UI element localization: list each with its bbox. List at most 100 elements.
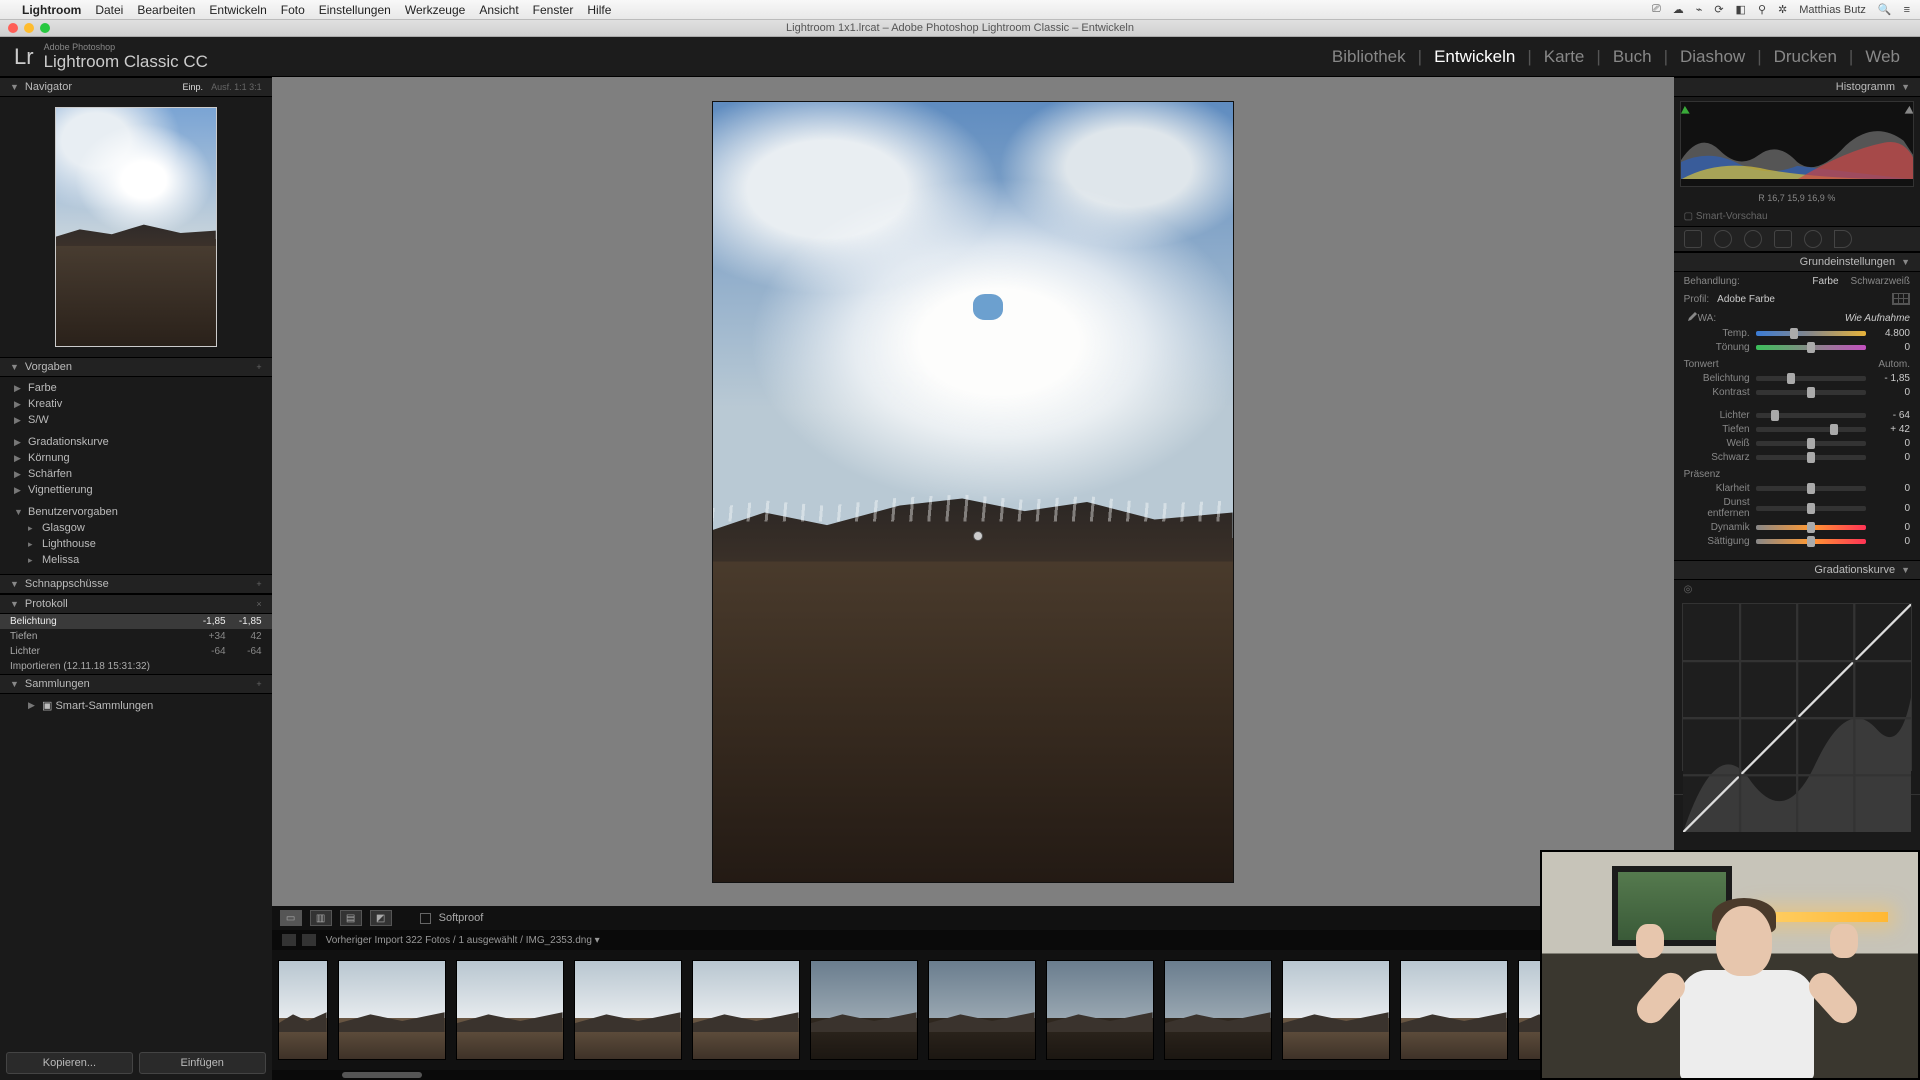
main-photo[interactable] bbox=[713, 102, 1233, 882]
add-icon[interactable]: + bbox=[256, 362, 261, 372]
traffic-lights[interactable] bbox=[8, 23, 50, 33]
snapshots-header[interactable]: ▼ Schnappschüsse + bbox=[0, 574, 272, 594]
radial-tool-icon[interactable] bbox=[1804, 230, 1822, 248]
curve-header[interactable]: Gradationskurve ▼ bbox=[1674, 560, 1920, 580]
preset-user-group[interactable]: ▼Benutzervorgaben bbox=[0, 504, 272, 520]
disclosure-icon[interactable]: ▼ bbox=[10, 579, 19, 589]
module-drucken[interactable]: Drucken bbox=[1768, 47, 1843, 67]
tone-curve[interactable] bbox=[1682, 603, 1912, 771]
preset-group[interactable]: ▶Kreativ bbox=[0, 396, 272, 412]
filmstrip-info[interactable]: Vorheriger Import 322 Fotos / 1 ausgewäh… bbox=[326, 935, 600, 946]
histogram-header[interactable]: Histogramm ▼ bbox=[1674, 77, 1920, 97]
crop-tool-icon[interactable] bbox=[1684, 230, 1702, 248]
before-after-tb-icon[interactable]: ▤ bbox=[340, 910, 362, 926]
second-monitor-icon[interactable] bbox=[302, 934, 316, 946]
menu-fenster[interactable]: Fenster bbox=[533, 3, 574, 17]
filmstrip-scrollbar[interactable] bbox=[272, 1070, 1674, 1080]
before-after-split-icon[interactable]: ◩ bbox=[370, 910, 392, 926]
vibrance-slider[interactable] bbox=[1756, 525, 1866, 530]
shadows-slider[interactable] bbox=[1756, 427, 1866, 432]
add-icon[interactable]: + bbox=[256, 579, 261, 589]
paste-button[interactable]: Einfügen bbox=[139, 1052, 266, 1074]
preset-item[interactable]: ▸Lighthouse bbox=[0, 536, 272, 552]
module-diashow[interactable]: Diashow bbox=[1674, 47, 1751, 67]
navigator-preview[interactable] bbox=[0, 97, 272, 357]
disclosure-icon[interactable]: ▼ bbox=[1901, 257, 1910, 267]
preset-group[interactable]: ▶Schärfen bbox=[0, 466, 272, 482]
history-item[interactable]: Belichtung-1,85-1,85 bbox=[0, 614, 272, 629]
disclosure-icon[interactable]: ▼ bbox=[10, 362, 19, 372]
menu-foto[interactable]: Foto bbox=[281, 3, 305, 17]
menu-einstellungen[interactable]: Einstellungen bbox=[319, 3, 391, 17]
tray-icon[interactable]: ☁ bbox=[1673, 3, 1684, 16]
preset-group[interactable]: ▶S/W bbox=[0, 412, 272, 428]
photo-canvas[interactable] bbox=[272, 77, 1674, 906]
preset-group[interactable]: ▶Farbe bbox=[0, 380, 272, 396]
tray-icon[interactable]: ⟳ bbox=[1714, 3, 1723, 16]
clear-icon[interactable]: × bbox=[256, 599, 261, 609]
module-bibliothek[interactable]: Bibliothek bbox=[1326, 47, 1412, 67]
module-buch[interactable]: Buch bbox=[1607, 47, 1658, 67]
menu-hilfe[interactable]: Hilfe bbox=[587, 3, 611, 17]
thumbnail[interactable] bbox=[1046, 960, 1154, 1060]
menu-werkzeuge[interactable]: Werkzeuge bbox=[405, 3, 465, 17]
thumbnail[interactable] bbox=[278, 960, 328, 1060]
minimize-icon[interactable] bbox=[24, 23, 34, 33]
grid-icon[interactable] bbox=[282, 934, 296, 946]
filmstrip[interactable] bbox=[272, 950, 1674, 1070]
profile-value[interactable]: Adobe Farbe bbox=[1717, 294, 1892, 305]
disclosure-icon[interactable]: ▼ bbox=[10, 82, 19, 92]
thumbnail[interactable] bbox=[338, 960, 446, 1060]
thumbnail[interactable] bbox=[456, 960, 564, 1060]
disclosure-icon[interactable]: ▼ bbox=[1901, 82, 1910, 92]
preset-item[interactable]: ▸Glasgow bbox=[0, 520, 272, 536]
basic-header[interactable]: Grundeinstellungen ▼ bbox=[1674, 252, 1920, 272]
close-icon[interactable] bbox=[8, 23, 18, 33]
preset-item[interactable]: ▸Melissa bbox=[0, 552, 272, 568]
profile-browser-icon[interactable] bbox=[1892, 293, 1910, 305]
preset-group[interactable]: ▶Körnung bbox=[0, 450, 272, 466]
tray-icon[interactable]: ⌁ bbox=[1696, 3, 1703, 16]
blacks-slider[interactable] bbox=[1756, 455, 1866, 460]
saturation-slider[interactable] bbox=[1756, 539, 1866, 544]
tray-icon[interactable]: ⎚ bbox=[1652, 3, 1661, 16]
history-header[interactable]: ▼ Protokoll × bbox=[0, 594, 272, 614]
contrast-slider[interactable] bbox=[1756, 390, 1866, 395]
before-after-lr-icon[interactable]: ▥ bbox=[310, 910, 332, 926]
thumbnail[interactable] bbox=[928, 960, 1036, 1060]
preset-group[interactable]: ▶Vignettierung bbox=[0, 482, 272, 498]
presets-header[interactable]: ▼ Vorgaben + bbox=[0, 357, 272, 377]
history-item[interactable]: Importieren (12.11.18 15:31:32) bbox=[0, 659, 272, 674]
menu-entwickeln[interactable]: Entwickeln bbox=[209, 3, 266, 17]
nav-zoom-fit[interactable]: Einp. bbox=[183, 82, 204, 92]
treatment-bw[interactable]: Schwarzweiß bbox=[1851, 276, 1910, 287]
histogram[interactable] bbox=[1680, 101, 1914, 187]
zoom-icon[interactable] bbox=[40, 23, 50, 33]
auto-tone-button[interactable]: Autom. bbox=[1878, 359, 1910, 370]
spot-tool-icon[interactable] bbox=[1714, 230, 1732, 248]
add-icon[interactable]: + bbox=[256, 679, 261, 689]
dehaze-slider[interactable] bbox=[1756, 506, 1866, 511]
thumbnail[interactable] bbox=[692, 960, 800, 1060]
notification-icon[interactable]: ≡ bbox=[1904, 4, 1910, 16]
disclosure-icon[interactable]: ▼ bbox=[10, 599, 19, 609]
thumbnail[interactable] bbox=[1282, 960, 1390, 1060]
highlights-slider[interactable] bbox=[1756, 413, 1866, 418]
wb-value[interactable]: Wie Aufnahme bbox=[1845, 313, 1910, 324]
collections-header[interactable]: ▼ Sammlungen + bbox=[0, 674, 272, 694]
curve-target-icon[interactable]: ◎ bbox=[1674, 580, 1920, 595]
loupe-view-icon[interactable]: ▭ bbox=[280, 910, 302, 926]
thumbnail[interactable] bbox=[574, 960, 682, 1060]
tint-slider[interactable] bbox=[1756, 345, 1866, 350]
temp-slider[interactable] bbox=[1756, 331, 1866, 336]
adjustment-pin[interactable] bbox=[973, 531, 983, 541]
nav-zoom-options[interactable]: Ausf. 1:1 3:1 bbox=[211, 82, 262, 92]
thumbnail[interactable] bbox=[810, 960, 918, 1060]
tray-icon[interactable]: ⚲ bbox=[1758, 3, 1766, 16]
tray-icon[interactable]: ◧ bbox=[1736, 3, 1746, 16]
module-web[interactable]: Web bbox=[1859, 47, 1906, 67]
menubar-app[interactable]: Lightroom bbox=[22, 3, 81, 17]
history-item[interactable]: Tiefen+3442 bbox=[0, 629, 272, 644]
menu-bearbeiten[interactable]: Bearbeiten bbox=[137, 3, 195, 17]
wb-eyedropper-icon[interactable] bbox=[1684, 311, 1698, 325]
